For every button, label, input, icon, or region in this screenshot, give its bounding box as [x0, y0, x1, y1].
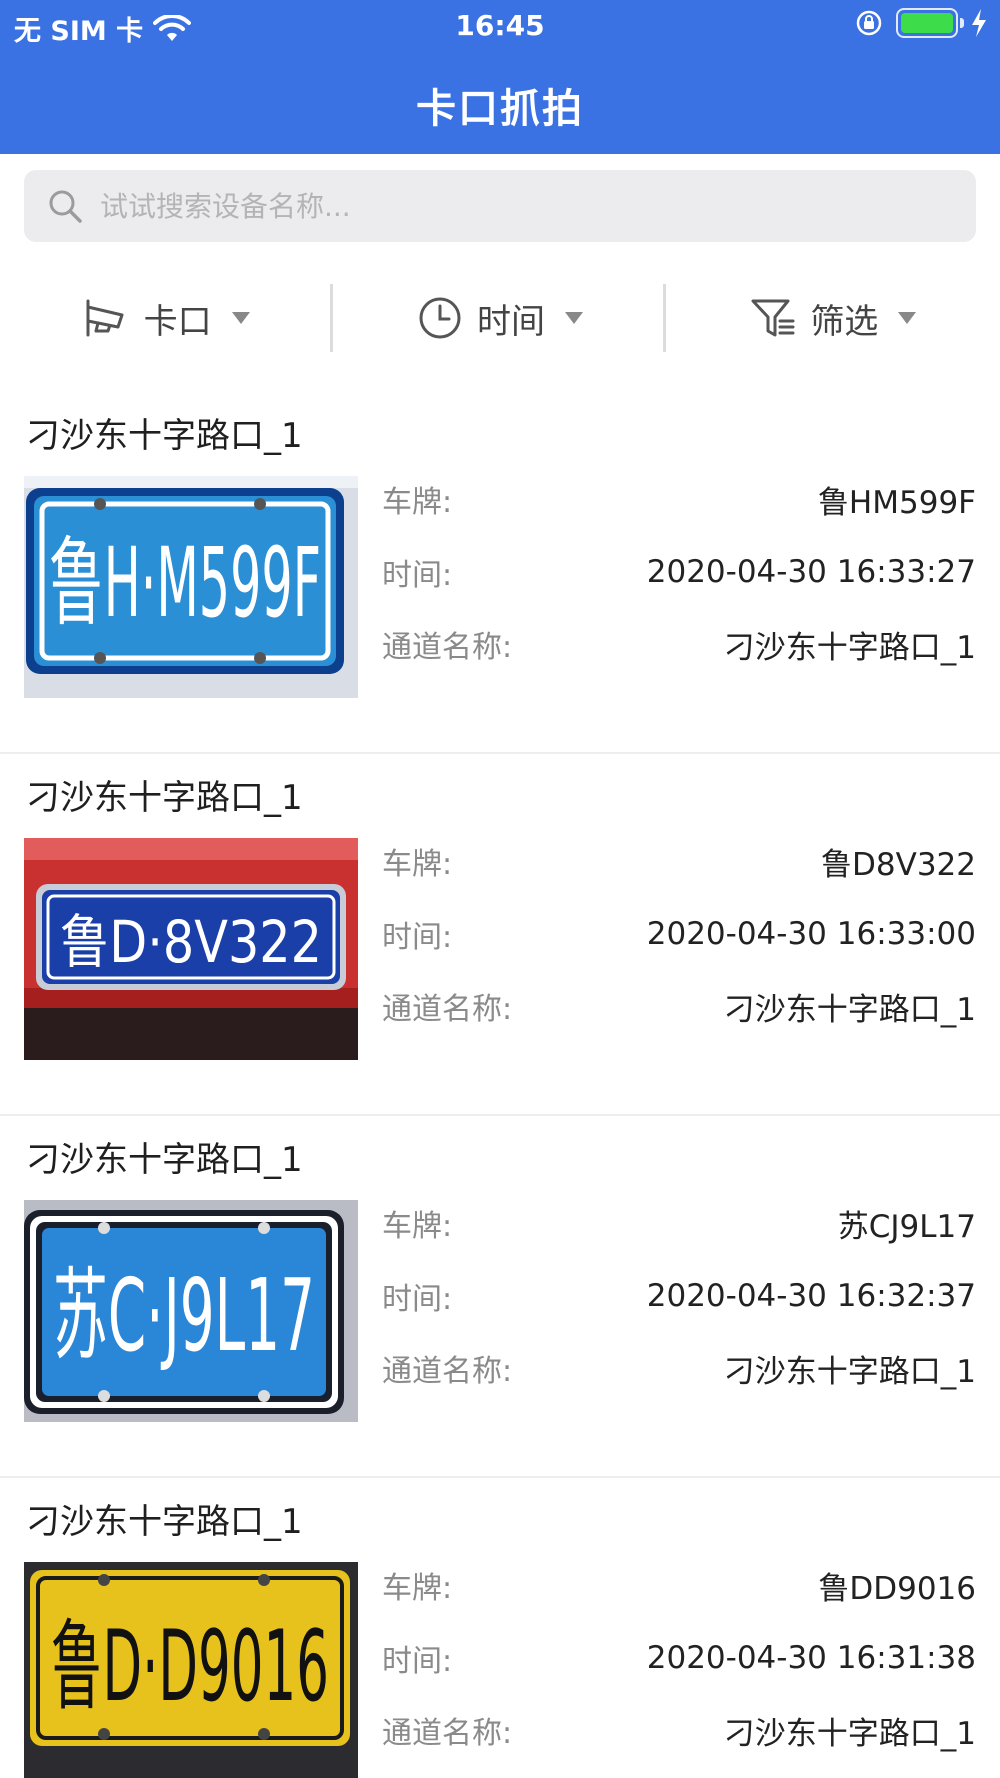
item-title: 刁沙东十字路口_1 [26, 1140, 303, 1180]
filter-time[interactable]: 时间 [333, 280, 666, 356]
time-row: 时间: 2020-04-30 16:32:37 [382, 1273, 976, 1319]
plate-image[interactable]: 鲁D·D9016 [24, 1562, 358, 1778]
rotation-lock-icon [856, 10, 882, 36]
channel-row: 通道名称: 刁沙东十字路口_1 [382, 983, 976, 1029]
plate-row: 车牌: 鲁DD9016 [382, 1562, 976, 1608]
chevron-down-icon [898, 312, 917, 324]
filter-time-label: 时间 [476, 301, 545, 342]
camera-icon [86, 299, 124, 337]
filter-divider [330, 284, 333, 352]
battery-icon [896, 8, 964, 38]
channel-label: 通道名称: [382, 1716, 513, 1751]
plate-image-text: 苏C·J9L17 [53, 1257, 315, 1374]
filter-checkpoint-label: 卡口 [143, 301, 212, 342]
time-value: 2020-04-30 16:33:00 [646, 916, 976, 952]
page-title: 卡口抓拍 [416, 86, 584, 132]
channel-value: 刁沙东十字路口_1 [723, 629, 976, 666]
plate-row: 车牌: 鲁HM599F [382, 476, 976, 522]
channel-label: 通道名称: [382, 630, 513, 665]
filter-screen[interactable]: 筛选 [667, 280, 1000, 356]
plate-image-text: 鲁D·8V322 [60, 908, 322, 976]
list-item[interactable]: 刁沙东十字路口_1 鲁D·D9016 车牌: 鲁DD9016 时间: 2020-… [0, 1478, 1000, 1778]
nav-header: 无 SIM 卡 16:45 卡口抓拍 [0, 0, 1000, 154]
channel-row: 通道名称: 刁沙东十字路口_1 [382, 1707, 976, 1753]
status-indicators [854, 8, 988, 38]
channel-row: 通道名称: 刁沙东十字路口_1 [382, 621, 976, 667]
filter-screen-label: 筛选 [810, 301, 879, 342]
plate-image-text: 鲁D·D9016 [51, 1610, 329, 1724]
plate-row: 车牌: 苏CJ9L17 [382, 1200, 976, 1246]
item-title: 刁沙东十字路口_1 [26, 416, 303, 456]
list-item[interactable]: 刁沙东十字路口_1 鲁H·M599F 车牌: 鲁HM599F 时间: 2020-… [0, 392, 1000, 754]
time-value: 2020-04-30 16:33:27 [646, 554, 976, 590]
plate-image-graphic: 苏C·J9L17 [24, 1200, 358, 1422]
time-label: 时间: [382, 1282, 453, 1317]
list-item[interactable]: 刁沙东十字路口_1 苏C·J9L17 车牌: 苏CJ9L17 时间: 2020-… [0, 1116, 1000, 1478]
plate-label: 车牌: [382, 1571, 453, 1606]
plate-label: 车牌: [382, 485, 453, 520]
time-label: 时间: [382, 558, 453, 593]
plate-image-text: 鲁H·M599F [49, 527, 321, 639]
filter-checkpoint[interactable]: 卡口 [0, 280, 333, 356]
channel-value: 刁沙东十字路口_1 [723, 1353, 976, 1390]
plate-label: 车牌: [382, 1209, 453, 1244]
plate-image[interactable]: 苏C·J9L17 [24, 1200, 358, 1422]
time-row: 时间: 2020-04-30 16:31:38 [382, 1635, 976, 1681]
list-item[interactable]: 刁沙东十字路口_1 鲁D·8V322 车牌: 鲁D8V322 时间: 2020-… [0, 754, 1000, 1116]
plate-image[interactable]: 鲁H·M599F [24, 476, 358, 698]
time-label: 时间: [382, 920, 453, 955]
time-row: 时间: 2020-04-30 16:33:27 [382, 549, 976, 595]
plate-image-graphic: 鲁H·M599F [24, 476, 358, 698]
item-title: 刁沙东十字路口_1 [26, 778, 303, 818]
search-bar[interactable] [24, 170, 976, 242]
channel-row: 通道名称: 刁沙东十字路口_1 [382, 1345, 976, 1391]
channel-value: 刁沙东十字路口_1 [723, 991, 976, 1028]
filter-divider [663, 284, 666, 352]
plate-image[interactable]: 鲁D·8V322 [24, 838, 358, 1060]
plate-value: 鲁HM599F [817, 484, 976, 521]
time-label: 时间: [382, 1644, 453, 1679]
charging-bolt-icon [972, 9, 986, 37]
status-time: 16:45 [455, 9, 545, 42]
channel-value: 刁沙东十字路口_1 [723, 1715, 976, 1752]
chevron-down-icon [231, 312, 250, 324]
time-value: 2020-04-30 16:31:38 [646, 1640, 976, 1676]
item-title: 刁沙东十字路口_1 [26, 1502, 303, 1542]
plate-value: 鲁DD9016 [818, 1570, 976, 1607]
plate-image-graphic: 鲁D·8V322 [24, 838, 358, 1060]
filter-icon [751, 299, 795, 337]
capture-list: 刁沙东十字路口_1 鲁H·M599F 车牌: 鲁HM599F 时间: 2020-… [0, 392, 1000, 1778]
chevron-down-icon [564, 312, 583, 324]
channel-label: 通道名称: [382, 992, 513, 1027]
time-row: 时间: 2020-04-30 16:33:00 [382, 911, 976, 957]
clock-icon [419, 297, 461, 339]
time-value: 2020-04-30 16:32:37 [646, 1278, 976, 1314]
plate-value: 鲁D8V322 [821, 846, 976, 883]
status-bar: 无 SIM 卡 16:45 [0, 0, 1000, 50]
search-input[interactable] [100, 189, 920, 223]
plate-value: 苏CJ9L17 [837, 1208, 976, 1245]
filter-bar: 卡口 时间 筛选 [0, 280, 1000, 356]
plate-image-graphic: 鲁D·D9016 [24, 1562, 358, 1778]
plate-row: 车牌: 鲁D8V322 [382, 838, 976, 884]
plate-label: 车牌: [382, 847, 453, 882]
channel-label: 通道名称: [382, 1354, 513, 1389]
search-icon [49, 190, 82, 223]
